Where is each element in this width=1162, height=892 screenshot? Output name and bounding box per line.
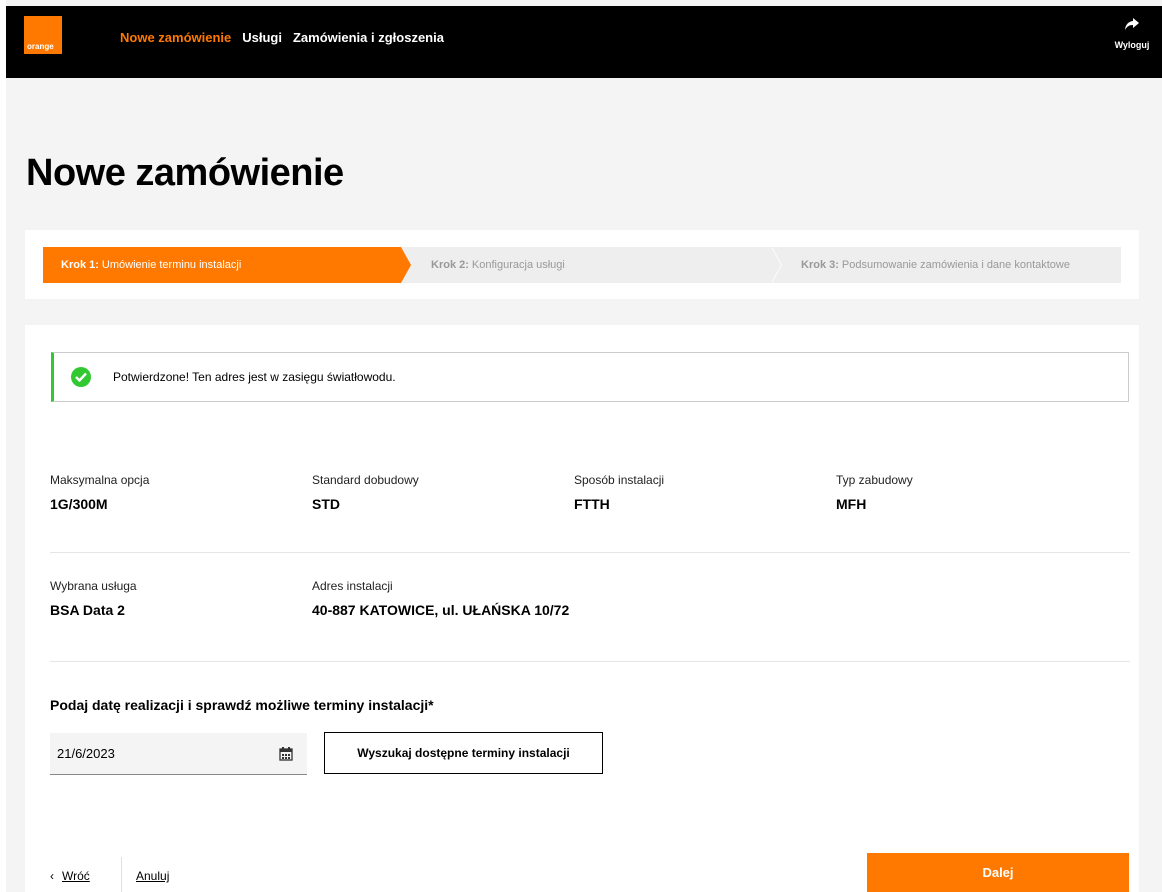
orange-logo[interactable]: orange bbox=[24, 16, 62, 54]
divider bbox=[50, 661, 1130, 662]
info-build-standard: Standard dobudowy STD bbox=[312, 473, 574, 512]
info-install-method: Sposób instalacji FTTH bbox=[574, 473, 836, 512]
back-link[interactable]: ‹ Wróć bbox=[50, 869, 90, 883]
info-selected-service: Wybrana usługa BSA Data 2 bbox=[50, 579, 312, 618]
date-field[interactable]: 21/6/2023 bbox=[50, 733, 307, 775]
info-row-technical: Maksymalna opcja 1G/300M Standard dobudo… bbox=[50, 473, 1098, 512]
info-label: Wybrana usługa bbox=[50, 579, 137, 593]
search-slots-button[interactable]: Wyszukaj dostępne terminy instalacji bbox=[324, 732, 603, 774]
nav-services[interactable]: Usługi bbox=[242, 30, 282, 45]
order-form-card: Potwierdzone! Ten adres jest w zasięgu ś… bbox=[25, 325, 1139, 892]
step-2[interactable]: Krok 2: Konfiguracja usługi bbox=[401, 247, 782, 283]
step-1-prefix: Krok 1: bbox=[61, 259, 99, 271]
divider bbox=[50, 552, 1130, 553]
next-button[interactable]: Dalej bbox=[867, 853, 1129, 892]
info-row-service: Wybrana usługa BSA Data 2 Adres instalac… bbox=[50, 579, 812, 618]
main-nav: Nowe zamówienie Usługi Zamówienia i zgło… bbox=[120, 30, 444, 45]
info-building-type: Typ zabudowy MFH bbox=[836, 473, 1098, 512]
info-label: Typ zabudowy bbox=[836, 473, 913, 487]
check-circle-icon bbox=[71, 367, 91, 387]
info-value: STD bbox=[312, 496, 340, 512]
info-value: MFH bbox=[836, 496, 867, 512]
info-max-option: Maksymalna opcja 1G/300M bbox=[50, 473, 312, 512]
step-1[interactable]: Krok 1: Umówienie terminu instalacji bbox=[43, 247, 411, 283]
info-label: Maksymalna opcja bbox=[50, 473, 150, 487]
cancel-link[interactable]: Anuluj bbox=[136, 869, 169, 883]
calendar-icon[interactable] bbox=[279, 747, 293, 761]
step-1-label: Umówienie terminu instalacji bbox=[101, 259, 242, 271]
stepper: Krok 1: Umówienie terminu instalacji Kro… bbox=[43, 247, 1121, 283]
info-value: FTTH bbox=[574, 496, 610, 512]
info-label: Standard dobudowy bbox=[312, 473, 419, 487]
page-title: Nowe zamówienie bbox=[26, 152, 344, 194]
nav-new-order[interactable]: Nowe zamówienie bbox=[120, 30, 231, 45]
step-2-label: Konfiguracja usługi bbox=[471, 259, 565, 271]
stepper-card: Krok 1: Umówienie terminu instalacji Kro… bbox=[25, 230, 1139, 299]
date-section-label: Podaj datę realizacji i sprawdź możliwe … bbox=[50, 697, 434, 713]
back-label: Wróć bbox=[62, 869, 90, 883]
footer-divider bbox=[121, 857, 122, 892]
info-install-address: Adres instalacji 40-887 KATOWICE, ul. UŁ… bbox=[312, 579, 812, 618]
step-3[interactable]: Krok 3: Podsumowanie zamówienia i dane k… bbox=[771, 247, 1121, 283]
alert-text: Potwierdzone! Ten adres jest w zasięgu ś… bbox=[113, 370, 396, 384]
top-navbar: orange Nowe zamówienie Usługi Zamówienia… bbox=[6, 6, 1162, 78]
share-arrow-icon bbox=[1125, 18, 1139, 30]
nav-orders-tickets[interactable]: Zamówienia i zgłoszenia bbox=[293, 30, 444, 45]
logout-button[interactable]: Wyloguj bbox=[1112, 18, 1152, 53]
step-3-label: Podsumowanie zamówienia i dane kontaktow… bbox=[841, 259, 1070, 271]
info-value: 40-887 KATOWICE, ul. UŁAŃSKA 10/72 bbox=[312, 602, 570, 618]
info-label: Adres instalacji bbox=[312, 579, 393, 593]
success-alert: Potwierdzone! Ten adres jest w zasięgu ś… bbox=[51, 352, 1129, 402]
info-value: BSA Data 2 bbox=[50, 602, 125, 618]
step-3-prefix: Krok 3: bbox=[801, 259, 839, 271]
info-value: 1G/300M bbox=[50, 496, 108, 512]
info-label: Sposób instalacji bbox=[574, 473, 665, 487]
logout-label: Wyloguj bbox=[1114, 40, 1150, 50]
logo-text: orange bbox=[27, 42, 54, 51]
chevron-left-icon: ‹ bbox=[50, 869, 54, 883]
step-2-prefix: Krok 2: bbox=[431, 259, 469, 271]
date-value: 21/6/2023 bbox=[57, 746, 115, 761]
app-frame: orange Nowe zamówienie Usługi Zamówienia… bbox=[6, 0, 1162, 892]
